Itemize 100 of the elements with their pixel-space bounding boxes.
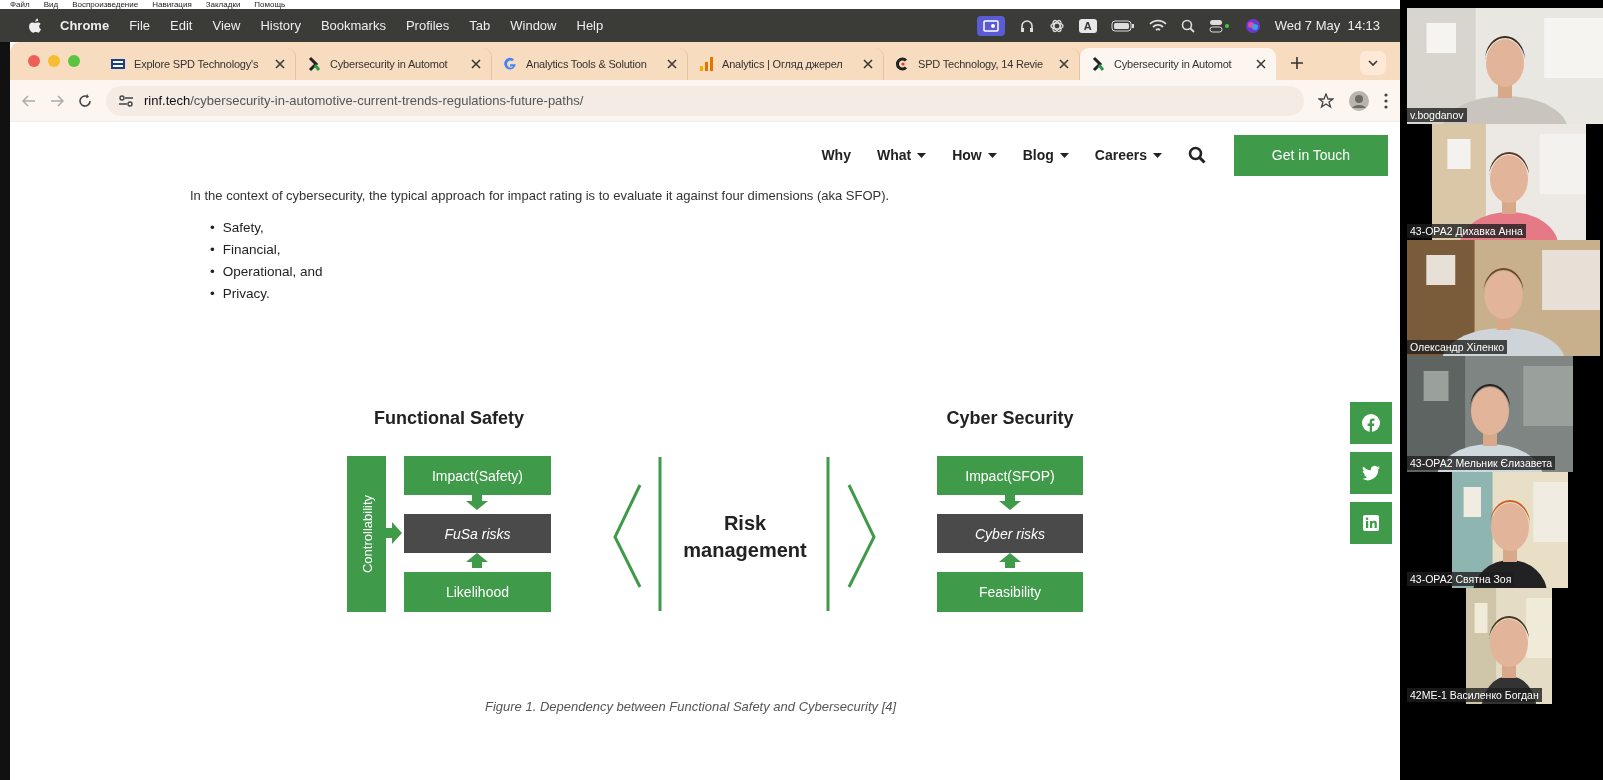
list-item: Privacy. [222,285,270,303]
nav-link[interactable]: Why [821,147,851,163]
tab-title: Cybersecurity in Automot [1114,58,1233,70]
risk-box: Cyber risks [937,514,1083,553]
menu-item[interactable]: Вид [43,0,59,9]
diagram-box: Impact(SFOP) [937,456,1083,495]
profile-avatar-icon[interactable] [1348,89,1370,112]
diagram-box: Feasibility [937,572,1083,612]
connector-arrow [386,522,402,544]
list-item: Operational, and [222,263,323,281]
favicon-icon [306,56,322,72]
tab-title: Analytics | Огляд джерел [722,58,844,70]
connector-arrow [466,495,488,510]
menu-item[interactable]: Помощь [254,0,286,9]
bookmark-star-icon[interactable] [1318,92,1334,109]
app-menu[interactable]: Chrome [60,18,110,33]
search-icon[interactable] [1188,146,1206,164]
diagram-title: Functional Safety [374,408,524,428]
address-field[interactable]: rinf.tech/cybersecurity-in-automotive-current-trends-regulations-future-paths/ [106,85,1304,116]
url-text: rinf.tech/cybersecurity-in-automotive-current-trends-regulations-future-paths/ [144,93,584,108]
bullet-icon: • [210,239,215,261]
favicon-icon [894,56,910,72]
risk-box: FuSa risks [404,514,551,553]
figure-caption: Figure 1. Dependency between Functional Safety and Cybersecurity [4] [485,699,898,714]
menu-item[interactable]: Bookmarks [320,18,386,33]
favicon-icon [502,56,518,72]
more-menu-icon[interactable] [1384,92,1388,109]
close-icon[interactable] [1256,59,1266,69]
paragraph: In the context of cybersecurity, the typical approach for impact rating is to evaluate it against four dimensions (aka SFOP). [190,188,891,203]
participant-name: Олександр Хіленко [1407,340,1508,354]
share-button[interactable] [1350,452,1392,494]
share-button[interactable] [1350,402,1392,444]
battery-icon[interactable] [1110,19,1135,32]
list-item: Financial, [222,241,281,259]
tab-title: Analytics Tools & Solution [526,58,648,70]
diagram-title: Cyber Security [946,408,1074,428]
bird-icon [1362,464,1380,482]
participant-name: v.bogdanov [1407,108,1467,122]
siri-icon[interactable] [1244,17,1261,34]
site-settings-icon[interactable] [118,93,134,108]
facebook-icon [1362,414,1380,432]
nav-link[interactable]: What [876,147,927,163]
favicon-icon [698,56,714,72]
flower-icon[interactable] [1048,17,1065,34]
menu-item[interactable]: File [129,18,151,33]
nav-link[interactable]: Blog [1022,147,1069,163]
nav-link[interactable]: Careers [1094,147,1162,163]
close-icon[interactable] [275,59,285,69]
reload-icon[interactable] [78,93,92,108]
connector-arrow [999,553,1021,568]
tab-title: Explore SPD Technology's [134,58,260,70]
menu-item[interactable]: Profiles [405,18,450,33]
close-icon[interactable] [1059,59,1069,69]
search-icon[interactable] [1180,18,1195,33]
screen-share-button[interactable] [976,15,1005,36]
control-center-icon[interactable] [1208,18,1231,33]
menu-item[interactable]: Edit [170,18,193,33]
bullet-icon: • [210,261,215,283]
diagram-label: Risk management [683,512,807,561]
linkedin-icon [1362,514,1380,532]
tab-title: SPD Technology, 14 Revie [918,58,1045,70]
diagram-box: Likelihood [404,572,551,612]
share-button[interactable] [1350,502,1392,544]
new-tab-icon[interactable] [1290,56,1304,70]
list-item: Safety, [222,219,264,237]
menu-item[interactable]: Файл [10,0,30,9]
bullet-icon: • [210,283,215,305]
diagram-box: Impact(Safety) [404,456,551,495]
browser-tab[interactable]: Cybersecurity in Automot [1080,48,1276,80]
headphones-icon[interactable] [1018,17,1035,34]
participant-name: 43-ОРА2 Святна Зоя [1407,572,1515,586]
input-source-indicator[interactable]: A [1078,18,1097,33]
nav-link[interactable]: How [952,147,997,163]
menu-item[interactable]: Воспроизведение [72,0,139,9]
favicon-icon [1090,56,1106,72]
apple-logo-icon[interactable] [28,17,42,34]
close-icon[interactable] [471,59,481,69]
menu-item[interactable]: Help [576,18,604,33]
close-icon[interactable] [667,59,677,69]
participant-name: 42МЕ-1 Василенко Богдан [1407,688,1542,702]
menu-item[interactable]: Window [510,18,557,33]
bullet-icon: • [210,217,215,239]
menu-item[interactable]: View [212,18,241,33]
connector-arrow [999,495,1021,510]
menu-bar-clock[interactable]: Wed 7 May 14:13 [1274,18,1380,33]
tab-list-button[interactable] [1360,51,1386,75]
controllability-bar: Controllability [347,456,386,612]
menu-item[interactable]: Навигация [152,0,192,9]
close-icon[interactable] [863,59,873,69]
participant-name: 43-ОРА2 Дихавка Анна [1407,224,1526,238]
connector-arrow [466,553,488,568]
chevron-down-icon [1368,60,1378,66]
get-in-touch-button[interactable]: Get in Touch [1234,134,1388,176]
menu-item[interactable]: History [260,18,301,33]
favicon-icon [110,56,126,72]
window-control[interactable] [28,55,40,67]
menu-item[interactable]: Tab [469,18,491,33]
wifi-icon[interactable] [1148,18,1167,33]
screen-share-icon [982,19,999,32]
menu-item[interactable]: Закладки [205,0,241,9]
